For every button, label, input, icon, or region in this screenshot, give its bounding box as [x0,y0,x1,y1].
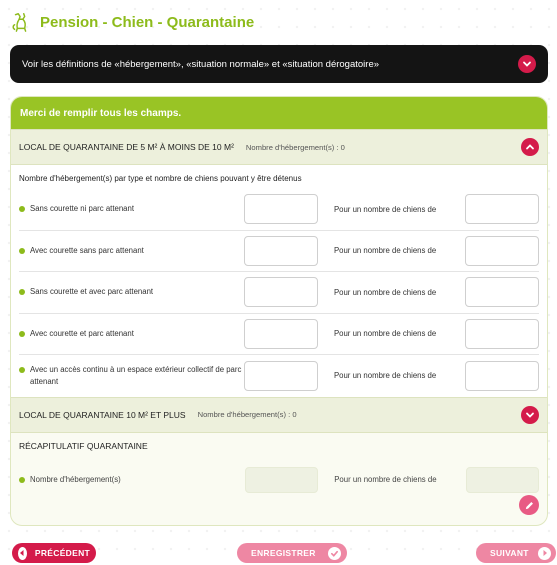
bullet-icon [19,247,25,254]
bullet-icon [19,476,25,483]
chevron-down-icon [523,61,531,67]
definitions-expand-button[interactable] [518,55,536,73]
bullet-icon [19,289,25,296]
dogs-count-label: Pour un nombre de chiens de [333,329,437,339]
bullet-icon [19,206,25,213]
housing-count-input[interactable] [243,277,318,308]
section-5-10m2-header[interactable]: LOCAL DE QUARANTAINE DE 5 M² À MOINS DE … [11,129,547,165]
recap-dogs-count-field [466,466,539,493]
list-item: Avec un accès continu à un espace extéri… [19,355,539,397]
next-label: SUIVANT [490,548,529,558]
row-label: Sans courette et avec parc attenant [30,287,154,297]
recap-housing-count-field [245,466,319,493]
row-label: Avec courette et parc attenant [30,328,134,338]
housing-count-input[interactable] [243,194,318,225]
previous-label: PRÉCÉDENT [34,548,90,558]
collapse-section-button[interactable] [521,138,539,156]
dogs-count-input[interactable] [465,235,539,266]
row-label: Avec un accès continu à un espace extéri… [30,365,242,386]
bullet-icon [19,367,25,374]
dogs-count-label: Pour un nombre de chiens de [333,287,437,297]
page-header: Pension - Chien - Quarantaine [10,8,254,36]
chevron-up-icon [526,144,534,150]
next-button[interactable]: SUIVANT [476,543,556,563]
list-item: Avec courette sans parc attenant Pour un… [19,231,539,272]
list-item: Sans courette et avec parc attenant Pour… [19,272,539,314]
section-count: Nombre d'hébergement(s) : 0 [245,142,345,152]
expand-section-button[interactable] [521,405,539,424]
page-title: Pension - Chien - Quarantaine [40,13,255,31]
section-count: Nombre d'hébergement(s) : 0 [197,410,297,419]
pencil-icon [525,501,533,509]
dogs-count-label: Pour un nombre de chiens de [333,371,437,381]
chevron-down-icon [526,412,534,418]
definitions-toggle-bar[interactable]: Voir les définitions de «hébergement», «… [10,45,548,83]
definitions-label: Voir les définitions de «hébergement», «… [22,58,380,70]
housing-count-input[interactable] [243,360,318,391]
recap-row: Nombre d'hébergement(s) Pour un nombre d… [11,459,547,501]
section-intro: Nombre d'hébergement(s) par type et nomb… [19,174,302,183]
section-title: LOCAL DE QUARANTAINE DE 5 M² À MOINS DE … [19,142,234,152]
housing-count-input[interactable] [243,318,318,349]
footer-nav: PRÉCÉDENT ENREGISTRER SUIVANT [0,543,557,565]
recap-row-label: Nombre d'hébergement(s) [30,475,121,484]
recap-title: RÉCAPITULATIF QUARANTAINE [11,432,547,459]
dogs-count-input[interactable] [465,318,539,349]
dog-icon [12,13,27,32]
section-5-10m2-body: Nombre d'hébergement(s) par type et nomb… [11,165,547,397]
dogs-count-input[interactable] [465,277,539,308]
dogs-count-label: Pour un nombre de chiens de [333,204,437,214]
recap-dogs-label: Pour un nombre de chiens de [334,475,437,484]
bullet-icon [19,330,25,337]
dogs-count-label: Pour un nombre de chiens de [333,246,437,256]
row-label: Sans courette ni parc attenant [30,204,135,214]
form-notice: Merci de remplir tous les champs. [11,97,547,129]
row-label: Avec courette sans parc attenant [30,245,144,255]
section-10m2-plus-header[interactable]: LOCAL DE QUARANTAINE 10 M² ET PLUS Nombr… [11,396,547,433]
save-label: ENREGISTRER [251,548,316,558]
form-panel: Merci de remplir tous les champs. LOCAL … [10,96,548,526]
previous-button[interactable]: PRÉCÉDENT [12,543,96,563]
dogs-count-input[interactable] [465,360,539,391]
housing-count-input[interactable] [243,235,318,266]
list-item: Sans courette ni parc attenant Pour un n… [19,189,539,231]
check-icon [328,546,341,560]
edit-button[interactable] [519,495,539,515]
save-button[interactable]: ENREGISTRER [237,543,347,563]
section-title: LOCAL DE QUARANTAINE 10 M² ET PLUS [19,409,186,420]
arrow-right-icon [538,546,551,560]
arrow-left-icon [18,546,27,560]
list-item: Avec courette et parc attenant Pour un n… [19,314,539,355]
dogs-count-input[interactable] [465,194,539,225]
